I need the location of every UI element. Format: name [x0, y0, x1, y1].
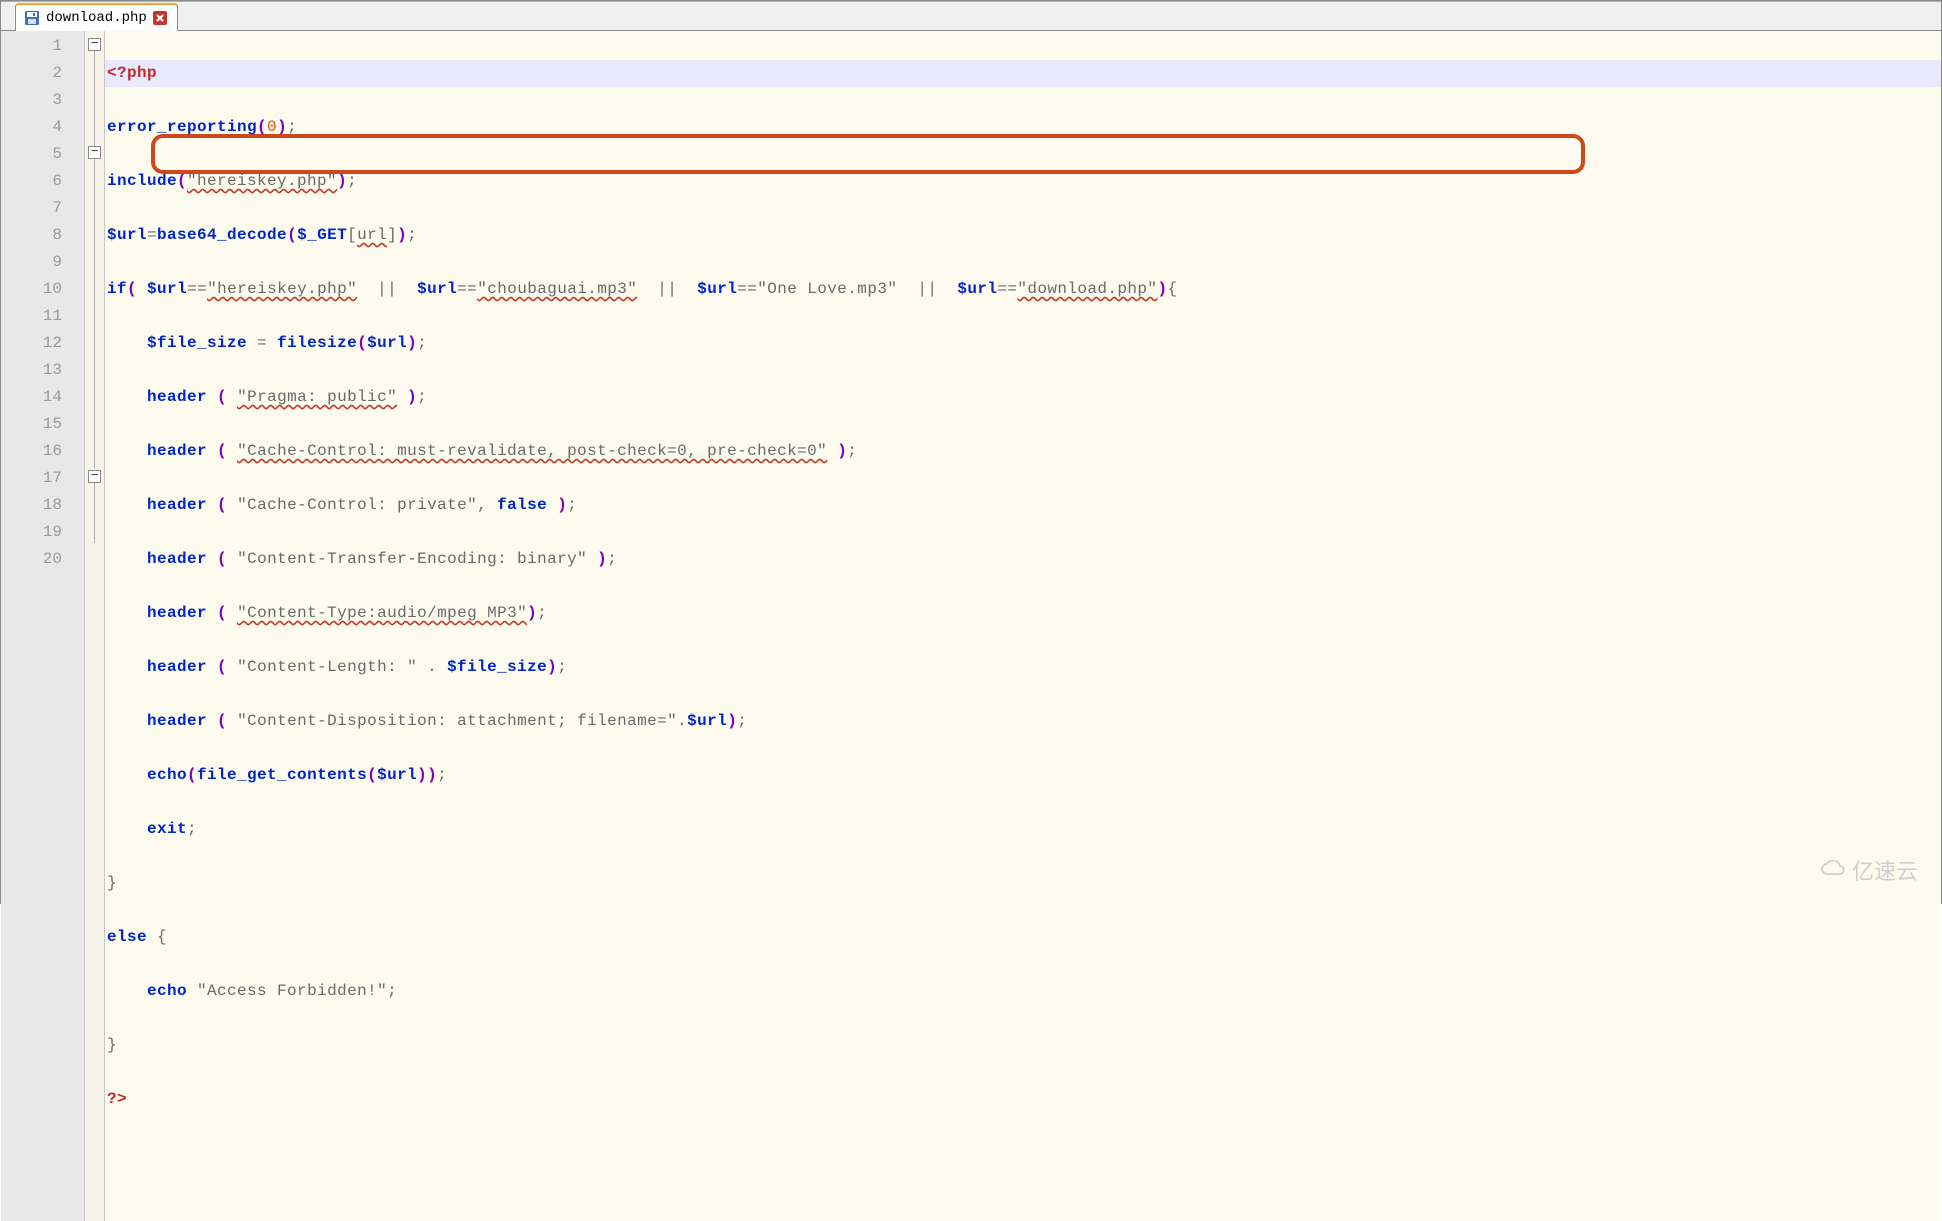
- code-line: header ( "Cache-Control: private", false…: [105, 492, 1941, 519]
- fold-toggle-icon[interactable]: −: [88, 470, 101, 483]
- code-line: exit;: [105, 816, 1941, 843]
- fold-column: − − −: [85, 31, 105, 1221]
- ln: 16: [1, 438, 84, 465]
- fold-guide: [94, 483, 95, 543]
- code-line: header ( "Content-Disposition: attachmen…: [105, 708, 1941, 735]
- close-icon[interactable]: [153, 11, 167, 25]
- ln: 7: [1, 195, 84, 222]
- ln: 17: [1, 465, 84, 492]
- ln: 6: [1, 168, 84, 195]
- code-line: error_reporting(0);: [105, 114, 1941, 141]
- tab-bar: download.php: [1, 2, 1941, 31]
- fold-guide: [94, 51, 95, 146]
- ln: 19: [1, 519, 84, 546]
- file-tab[interactable]: download.php: [15, 3, 178, 31]
- code-line: ?>: [105, 1086, 1941, 1113]
- ln: 20: [1, 546, 84, 573]
- ln: 2: [1, 60, 84, 87]
- ln: 14: [1, 384, 84, 411]
- code-line: header ( "Content-Length: " . $file_size…: [105, 654, 1941, 681]
- code-line: $url=base64_decode($_GET[url]);: [105, 222, 1941, 249]
- line-number-gutter: 1 2 3 4 5 6 7 8 9 10 11 12 13 14 15 16 1…: [1, 31, 85, 1221]
- code-line: header ( "Cache-Control: must-revalidate…: [105, 438, 1941, 465]
- save-icon: [24, 10, 40, 26]
- ln: 18: [1, 492, 84, 519]
- tab-filename: download.php: [46, 10, 147, 26]
- code-line: echo(file_get_contents($url));: [105, 762, 1941, 789]
- ln: 5: [1, 141, 84, 168]
- ln: 13: [1, 357, 84, 384]
- ln: 10: [1, 276, 84, 303]
- code-line: if( $url=="hereiskey.php" || $url=="chou…: [105, 276, 1941, 303]
- editor-window: download.php 1 2 3 4 5 6 7 8 9 10 11 12 …: [0, 0, 1942, 904]
- fold-toggle-icon[interactable]: −: [88, 146, 101, 159]
- code-line: header ( "Pragma: public" );: [105, 384, 1941, 411]
- code-line: <?php: [105, 60, 1941, 87]
- editor-area: 1 2 3 4 5 6 7 8 9 10 11 12 13 14 15 16 1…: [1, 31, 1941, 1221]
- ln: 3: [1, 87, 84, 114]
- ln: 8: [1, 222, 84, 249]
- ln: 15: [1, 411, 84, 438]
- ln: 1: [1, 33, 84, 60]
- ln: 9: [1, 249, 84, 276]
- ln: 12: [1, 330, 84, 357]
- code-line: echo "Access Forbidden!";: [105, 978, 1941, 1005]
- ln: 11: [1, 303, 84, 330]
- fold-toggle-icon[interactable]: −: [88, 38, 101, 51]
- ln: 4: [1, 114, 84, 141]
- fold-guide: [94, 159, 95, 469]
- code-line: else {: [105, 924, 1941, 951]
- code-line: include("hereiskey.php");: [105, 168, 1941, 195]
- code-line: }: [105, 1032, 1941, 1059]
- code-line: header ( "Content-Type:audio/mpeg MP3");: [105, 600, 1941, 627]
- code-line: $file_size = filesize($url);: [105, 330, 1941, 357]
- code-line: header ( "Content-Transfer-Encoding: bin…: [105, 546, 1941, 573]
- code-line: }: [105, 870, 1941, 897]
- code-area[interactable]: <?php error_reporting(0); include("herei…: [105, 31, 1941, 1221]
